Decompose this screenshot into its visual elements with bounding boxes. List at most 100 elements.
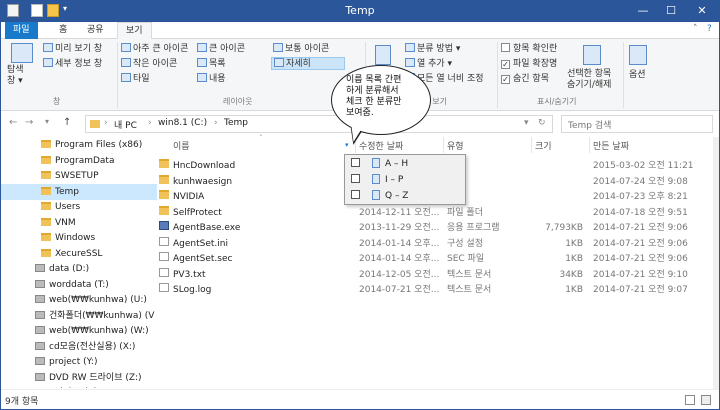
filter-option-label: I – P [385,175,404,185]
nav-item[interactable]: VNM [1,215,157,231]
column-header-date[interactable]: 수정한 날짜 [359,139,403,152]
nav-pane-icon[interactable] [11,43,33,63]
address-bar[interactable]: › 내 PC › win8.1 (C:) › Temp ▾ ↻ [85,115,553,133]
hidden-items-toggle[interactable]: ✓ 숨긴 항목 [501,73,549,86]
layout-list[interactable]: 목록 [197,58,226,71]
preview-pane-button[interactable]: 미리 보기 창 [43,43,102,56]
column-separator[interactable] [443,137,444,153]
nav-item[interactable]: ProgramData [1,153,157,169]
nav-item-label: worddata (T:) [49,279,109,290]
nav-item[interactable]: Temp [1,183,157,200]
forward-button[interactable]: → [25,117,33,128]
nav-item[interactable]: Windows [1,230,157,246]
nav-item[interactable]: XecureSSL [1,246,157,262]
sort-by-button[interactable]: 분류 방법 ▾ [405,43,460,56]
file-row[interactable]: SLog.log 2014-07-21 오전... 텍스트 문서 1KB 2014-07… [159,283,719,298]
hide-selected-icon[interactable] [583,45,601,65]
add-columns-label: 열 추가 ▾ [417,59,453,69]
file-row[interactable]: AgentSet.sec 2014-01-14 오후... SEC 파일 1KB 201… [159,252,719,267]
file-size: 7,793KB [545,223,583,233]
options-button[interactable]: 옵션 [629,69,646,82]
back-button[interactable]: ← [9,117,17,128]
extra-large-icons-icon [121,43,131,52]
refresh-icon[interactable]: ↻ [538,118,546,128]
nav-item[interactable]: Program Files (x86) [1,137,157,153]
layout-label: 내용 [209,74,226,84]
file-created: 2015-03-02 오전 11:21 [593,161,694,171]
checkbox-unchecked[interactable] [351,158,360,167]
layout-details[interactable]: 자세히 [271,57,345,70]
sort-label: 분류 방법 ▾ [417,44,461,54]
file-row[interactable]: AgentBase.exe 2013-11-29 오전... 응용 프로그램 7,79… [159,221,719,236]
nav-item[interactable]: 라이브러리 [1,385,157,388]
folder-icon [90,120,100,128]
breadcrumb-temp[interactable]: Temp [224,118,248,128]
column-header-type[interactable]: 유형 [447,139,464,152]
column-header-name[interactable]: 이름 [173,139,190,152]
filter-option-q-z[interactable]: Q – Z [351,189,408,203]
checkbox-unchecked[interactable] [351,174,360,183]
options-icon[interactable] [629,45,647,65]
column-header-size[interactable]: 크기 [535,139,552,152]
nav-item[interactable]: worddata (T:) [1,277,157,293]
file-row[interactable]: AgentSet.ini 2014-01-14 오후... 구성 설정 1KB 2014… [159,236,719,252]
nav-pane-button[interactable]: 탐색 창 ▾ [7,65,24,89]
tab-home[interactable]: 홈 [51,22,75,39]
nav-item[interactable]: DVD RW 드라이브 (Z:) [1,370,157,386]
drive-icon [35,372,45,381]
layout-large-icons[interactable]: 큰 아이콘 [197,43,245,56]
details-view-icon[interactable] [685,395,695,405]
search-input[interactable]: Temp 검색 [561,115,713,133]
file-type: 텍스트 문서 [447,269,492,280]
layout-extra-large-icons[interactable]: 아주 큰 아이콘 [121,43,188,56]
vertical-scrollbar[interactable] [713,137,719,389]
minimize-button[interactable]: — [629,1,657,21]
help-icon[interactable]: ? [707,24,712,34]
nav-item[interactable]: web(₩₩kunhwa) (W:) [1,323,157,339]
layout-tiles[interactable]: 타일 [121,73,150,86]
close-button[interactable]: ✕ [685,1,719,21]
column-separator[interactable] [531,137,532,153]
breadcrumb-this-pc[interactable]: 내 PC [114,118,137,131]
nav-item[interactable]: SWSETUP [1,168,157,184]
tab-share[interactable]: 공유 [79,22,112,39]
tab-view[interactable]: 보기 [117,22,152,40]
details-pane-button[interactable]: 세부 정보 창 [43,58,102,71]
breadcrumb-drive[interactable]: win8.1 (C:) [158,118,207,128]
up-button[interactable]: ↑ [63,117,71,128]
layout-medium-icons[interactable]: 보통 아이콘 [273,43,329,56]
item-checkboxes-toggle[interactable]: 항목 확인란 [501,43,557,56]
hide-selected-button[interactable]: 선택한 항목 숨기기/해제 [567,69,611,93]
add-columns-button[interactable]: 열 추가 ▾ [405,58,452,71]
checkbox-unchecked[interactable] [351,190,360,199]
nav-item[interactable]: project (Y:) [1,354,157,370]
column-separator[interactable] [589,137,590,153]
file-created: 2014-07-21 오전 9:10 [593,269,688,280]
filter-option-i-p[interactable]: I – P [351,173,403,187]
recent-locations-icon[interactable]: ▾ [45,117,49,126]
sort-by-icon[interactable] [375,45,391,65]
tab-file[interactable]: 파일 [5,22,38,39]
filter-option-label: A – H [385,159,409,169]
nav-item[interactable]: web(₩₩kunhwa) (U:) [1,292,157,308]
file-extensions-toggle[interactable]: ✓ 파일 확장명 [501,58,557,71]
filter-option-a-h[interactable]: A – H [351,157,408,171]
address-dropdown-icon[interactable]: ▾ [524,118,529,128]
file-row[interactable]: PV3.txt 2014-12-05 오전... 텍스트 문서 34KB 2014-07… [159,267,719,283]
layout-content[interactable]: 내용 [197,73,226,86]
nav-item[interactable]: cd모음(전산실용) (X:) [1,339,157,355]
nav-item[interactable]: Users [1,199,157,215]
folder-icon [41,155,51,164]
file-type: 파일 폴더 [447,207,483,218]
maximize-button[interactable]: ☐ [657,1,685,21]
layout-small-icons[interactable]: 작은 아이콘 [121,58,177,71]
large-icons-view-icon[interactable] [701,395,711,405]
collapse-ribbon-icon[interactable]: ˄ [693,24,698,34]
nav-item[interactable]: 건화폴더(₩₩kunhwa) (V [1,308,157,324]
nav-item[interactable]: data (D:) [1,261,157,277]
file-size: 1KB [565,285,583,295]
file-list-header: 이름 ˄ ▾ 수정한 날짜 유형 크기 만든 날짜 [159,134,719,153]
nav-item-label: Program Files (x86) [55,140,143,150]
column-header-created[interactable]: 만든 날짜 [593,139,629,152]
file-row[interactable]: SelfProtect 2014-12-11 오전... 파일 폴더 2014-07-… [159,205,719,221]
